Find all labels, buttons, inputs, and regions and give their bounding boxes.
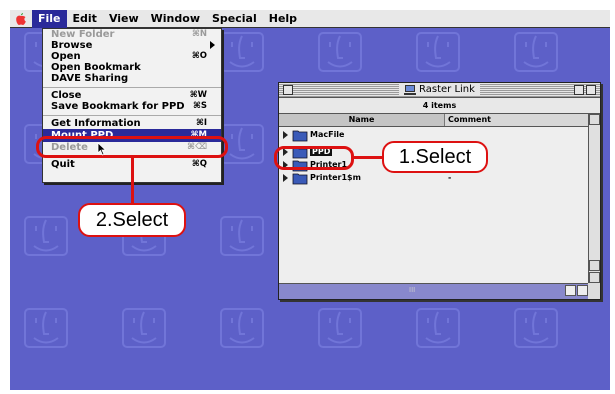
mac-face-icon [414, 30, 462, 74]
callout-step2: 2.Select [78, 203, 186, 237]
callout-connector-2 [131, 158, 134, 206]
window-title-bar[interactable]: Raster Link [279, 83, 600, 97]
item-count: 4 items [279, 97, 600, 114]
mac-face-icon [120, 306, 168, 350]
horizontal-scrollbar[interactable]: III [279, 283, 588, 299]
scroll-left-icon[interactable] [565, 285, 576, 296]
menu-window[interactable]: Window [145, 10, 206, 28]
apple-icon[interactable] [10, 10, 32, 28]
menu-item-new-folder[interactable]: New Folder ⌘N [43, 29, 221, 40]
scroll-down-icon[interactable] [589, 272, 600, 283]
computer-icon [404, 85, 417, 95]
mac-face-icon [512, 306, 560, 350]
mac-face-icon [218, 306, 266, 350]
menu-bar: File Edit View Window Special Help [10, 10, 610, 28]
mac-face-icon [218, 214, 266, 258]
column-name[interactable]: Name [279, 114, 445, 126]
menu-help[interactable]: Help [263, 10, 303, 28]
mac-face-icon [414, 306, 462, 350]
column-comment[interactable]: Comment [448, 114, 491, 126]
column-header: Name Comment [279, 114, 588, 127]
menu-file[interactable]: File [32, 10, 67, 28]
menu-item-get-information[interactable]: Get Information ⌘I [43, 118, 221, 129]
menu-item-save-bookmark[interactable]: Save Bookmark for PPD ⌘S [43, 101, 221, 112]
mouse-cursor-icon [97, 142, 107, 156]
mac-face-icon [316, 306, 364, 350]
menu-item-open[interactable]: Open ⌘O [43, 51, 221, 62]
menu-item-dave-sharing[interactable]: DAVE Sharing [43, 73, 221, 84]
desktop: File Edit View Window Special Help Raste… [10, 10, 610, 390]
window-title: Raster Link [419, 84, 475, 95]
mac-face-icon [22, 214, 70, 258]
highlight-ring-ppd [274, 146, 354, 170]
close-box-icon[interactable] [283, 85, 293, 95]
vertical-scrollbar[interactable] [588, 114, 600, 283]
collapse-box-icon[interactable] [586, 85, 596, 95]
scroll-right-icon[interactable] [577, 285, 588, 296]
mac-face-icon [218, 30, 266, 74]
submenu-arrow-icon [210, 41, 215, 49]
disclosure-triangle-icon[interactable] [283, 174, 288, 182]
scroll-up-icon[interactable] [589, 114, 600, 125]
scroll-up-icon[interactable] [589, 260, 600, 271]
mac-face-icon [316, 30, 364, 74]
zoom-box-icon[interactable] [574, 85, 584, 95]
raster-link-window: Raster Link 4 items Name Comment MacFile… [278, 82, 601, 300]
mac-face-icon [512, 30, 560, 74]
folder-icon [292, 173, 308, 185]
menu-edit[interactable]: Edit [67, 10, 103, 28]
folder-icon [292, 130, 308, 142]
menu-special[interactable]: Special [206, 10, 263, 28]
menu-item-close[interactable]: Close ⌘W [43, 90, 221, 101]
menu-item-open-bookmark[interactable]: Open Bookmark [43, 62, 221, 73]
menu-view[interactable]: View [103, 10, 145, 28]
highlight-ring-mount [36, 136, 228, 158]
menu-item-browse[interactable]: Browse [43, 40, 221, 51]
disclosure-triangle-icon[interactable] [283, 131, 288, 139]
callout-step1: 1.Select [382, 141, 488, 173]
mac-face-icon [22, 306, 70, 350]
